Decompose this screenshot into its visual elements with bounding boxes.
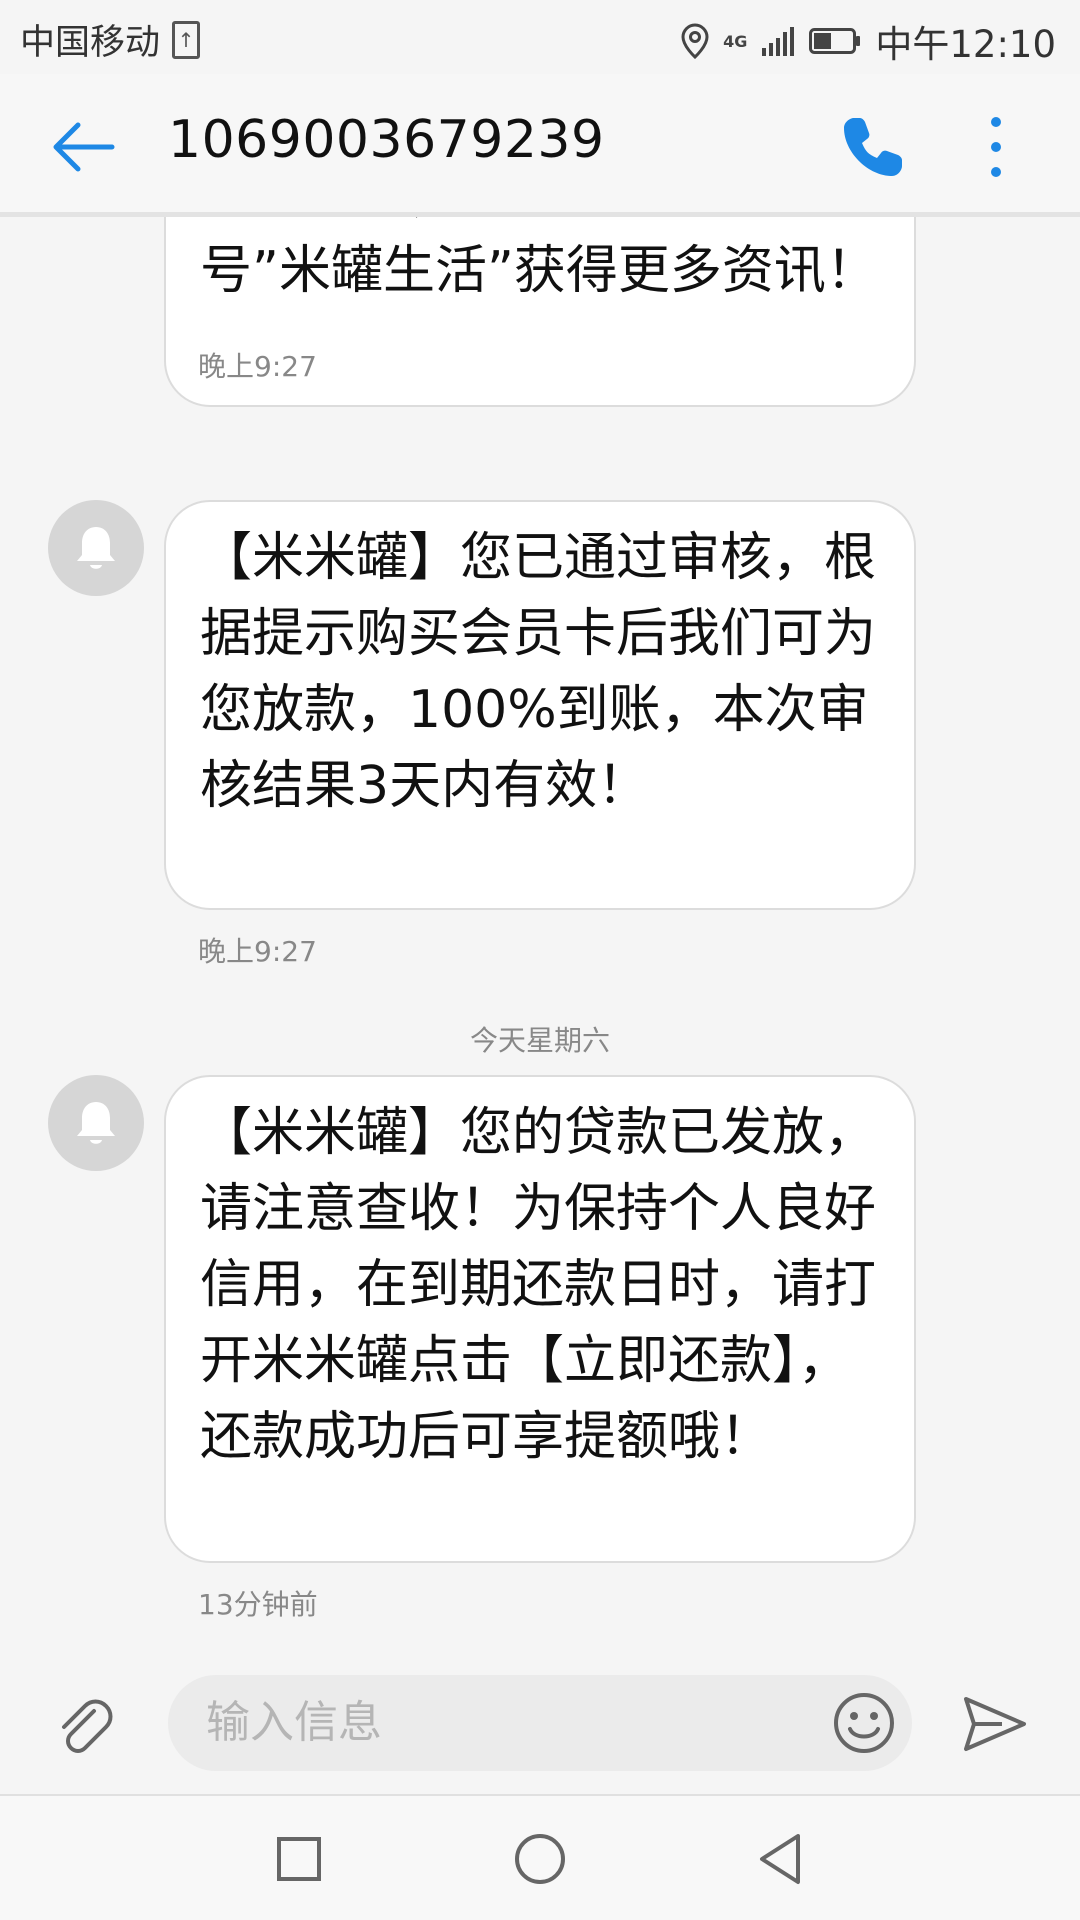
- signal-icon: [762, 27, 795, 56]
- phone-icon[interactable]: [840, 114, 906, 180]
- message-text: 【米米罐】您的贷款已发放，请注意查收！为保持个人良好信用，在到期还款日时，请打开…: [200, 1103, 877, 1467]
- smiley-icon[interactable]: [832, 1691, 896, 1755]
- upload-icon: ↑: [172, 20, 201, 59]
- carrier-label: 中国移动: [20, 23, 161, 63]
- circle-icon[interactable]: [505, 1824, 575, 1894]
- clock-label: 中午12:10: [875, 23, 1056, 66]
- message-text: 点击好评，关注官方公众号”米罐生活”获得更多资讯！: [200, 217, 878, 301]
- system-nav-bar: [0, 1794, 1080, 1920]
- sender-avatar[interactable]: [48, 1075, 144, 1171]
- paperclip-icon[interactable]: [54, 1697, 114, 1757]
- status-right: 4G 中午12:10: [681, 14, 1056, 68]
- network-type-label: 4G: [723, 31, 748, 51]
- composer-bar: 输入信息: [0, 1657, 1080, 1794]
- bell-icon: [77, 1102, 115, 1144]
- message-time: 13分钟前: [198, 1588, 318, 1621]
- message-list[interactable]: 点击好评，关注官方公众号”米罐生活”获得更多资讯！ 晚上9:27 【米米罐】您已…: [0, 217, 1080, 1657]
- send-icon[interactable]: [962, 1695, 1028, 1753]
- status-left: 中国移动 ↑: [20, 14, 201, 65]
- battery-icon: [809, 28, 861, 54]
- location-icon: [681, 23, 709, 59]
- message-text: 【米米罐】您已通过审核，根据提示购买会员卡后我们可为您放款，100%到账，本次审…: [200, 528, 877, 816]
- triangle-back-icon[interactable]: [746, 1824, 816, 1894]
- message-bubble[interactable]: 【米米罐】您已通过审核，根据提示购买会员卡后我们可为您放款，100%到账，本次审…: [164, 500, 916, 910]
- contact-number-title: 1069003679239: [168, 110, 605, 170]
- messaging-screen: 中国移动 ↑ 4G 中午12:10 1069003679239 号”米罐生活”获…: [0, 0, 1080, 1920]
- square-icon[interactable]: [264, 1824, 334, 1894]
- message-input-placeholder: 输入信息: [206, 1697, 382, 1748]
- message-input[interactable]: 输入信息: [168, 1675, 912, 1771]
- date-divider: 今天星期六: [469, 1024, 610, 1057]
- message-time: 晚上9:27: [198, 350, 317, 383]
- status-bar: 中国移动 ↑ 4G 中午12:10: [0, 0, 1080, 74]
- message-time: 晚上9:27: [198, 935, 317, 968]
- message-bubble[interactable]: 【米米罐】您的贷款已发放，请注意查收！为保持个人良好信用，在到期还款日时，请打开…: [164, 1075, 916, 1563]
- back-arrow-icon[interactable]: [48, 112, 118, 182]
- bell-icon: [77, 527, 115, 569]
- sender-avatar[interactable]: [48, 500, 144, 596]
- conversation-header: 1069003679239: [0, 74, 1080, 217]
- more-vertical-icon[interactable]: [976, 112, 1016, 182]
